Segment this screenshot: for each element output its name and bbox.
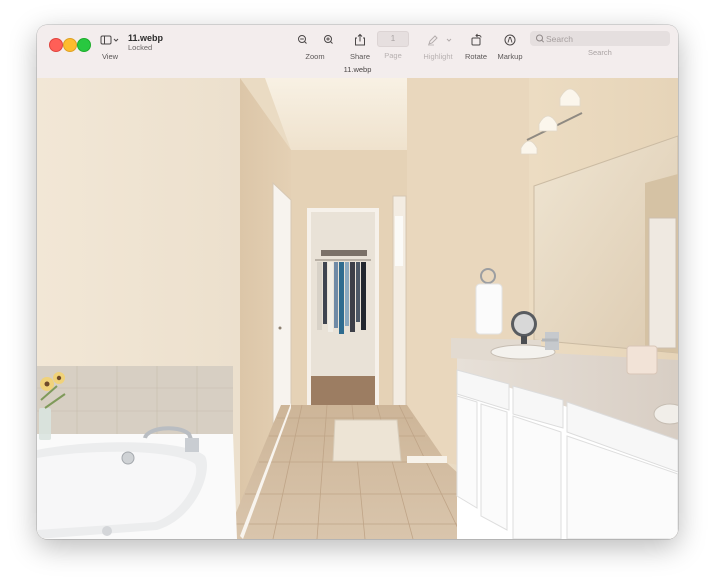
view-button[interactable]: View (99, 33, 121, 61)
sidebar-icon (100, 35, 119, 45)
zoom-label: Zoom (305, 52, 325, 61)
search-label: Search (588, 48, 612, 57)
view-label: View (101, 52, 119, 61)
close-button[interactable] (49, 38, 63, 52)
zoom-in-icon[interactable] (324, 35, 333, 44)
zoom-window-button[interactable] (77, 38, 91, 52)
markup-button[interactable]: Markup (493, 33, 527, 61)
zoom-out-icon[interactable] (298, 35, 307, 44)
search-icon (536, 34, 545, 43)
document-status: Locked (128, 43, 153, 52)
page-control[interactable]: 1 Page (375, 31, 411, 60)
zoom-control: Zoom (295, 33, 335, 61)
share-label: Share (349, 52, 370, 61)
markup-icon (504, 34, 516, 46)
document-title-block: 11.webp Locked (128, 33, 163, 53)
share-icon (355, 33, 365, 46)
share-button[interactable]: Share (345, 33, 375, 61)
rotate-button[interactable]: Rotate (461, 33, 491, 61)
highlight-button[interactable]: Highlight (420, 33, 456, 61)
image-canvas (37, 78, 678, 539)
search-input[interactable] (546, 31, 664, 46)
rotate-icon (471, 33, 482, 46)
bathroom-photo (37, 78, 678, 539)
document-title: 11.webp (128, 33, 164, 43)
pencil-icon (428, 35, 452, 46)
toolbar: View 11.webp Locked Zoom Share 1 Page Hi… (37, 25, 678, 79)
document-name-label: 11.webp (343, 65, 372, 74)
page-number-field[interactable]: 1 (377, 31, 409, 47)
preview-window: View 11.webp Locked Zoom Share 1 Page Hi… (37, 25, 678, 539)
search-field[interactable] (530, 31, 670, 46)
minimize-button[interactable] (63, 38, 77, 52)
page-label: Page (384, 51, 402, 60)
rotate-label: Rotate (464, 52, 488, 61)
markup-label: Markup (497, 52, 523, 61)
highlight-label: Highlight (423, 52, 453, 61)
